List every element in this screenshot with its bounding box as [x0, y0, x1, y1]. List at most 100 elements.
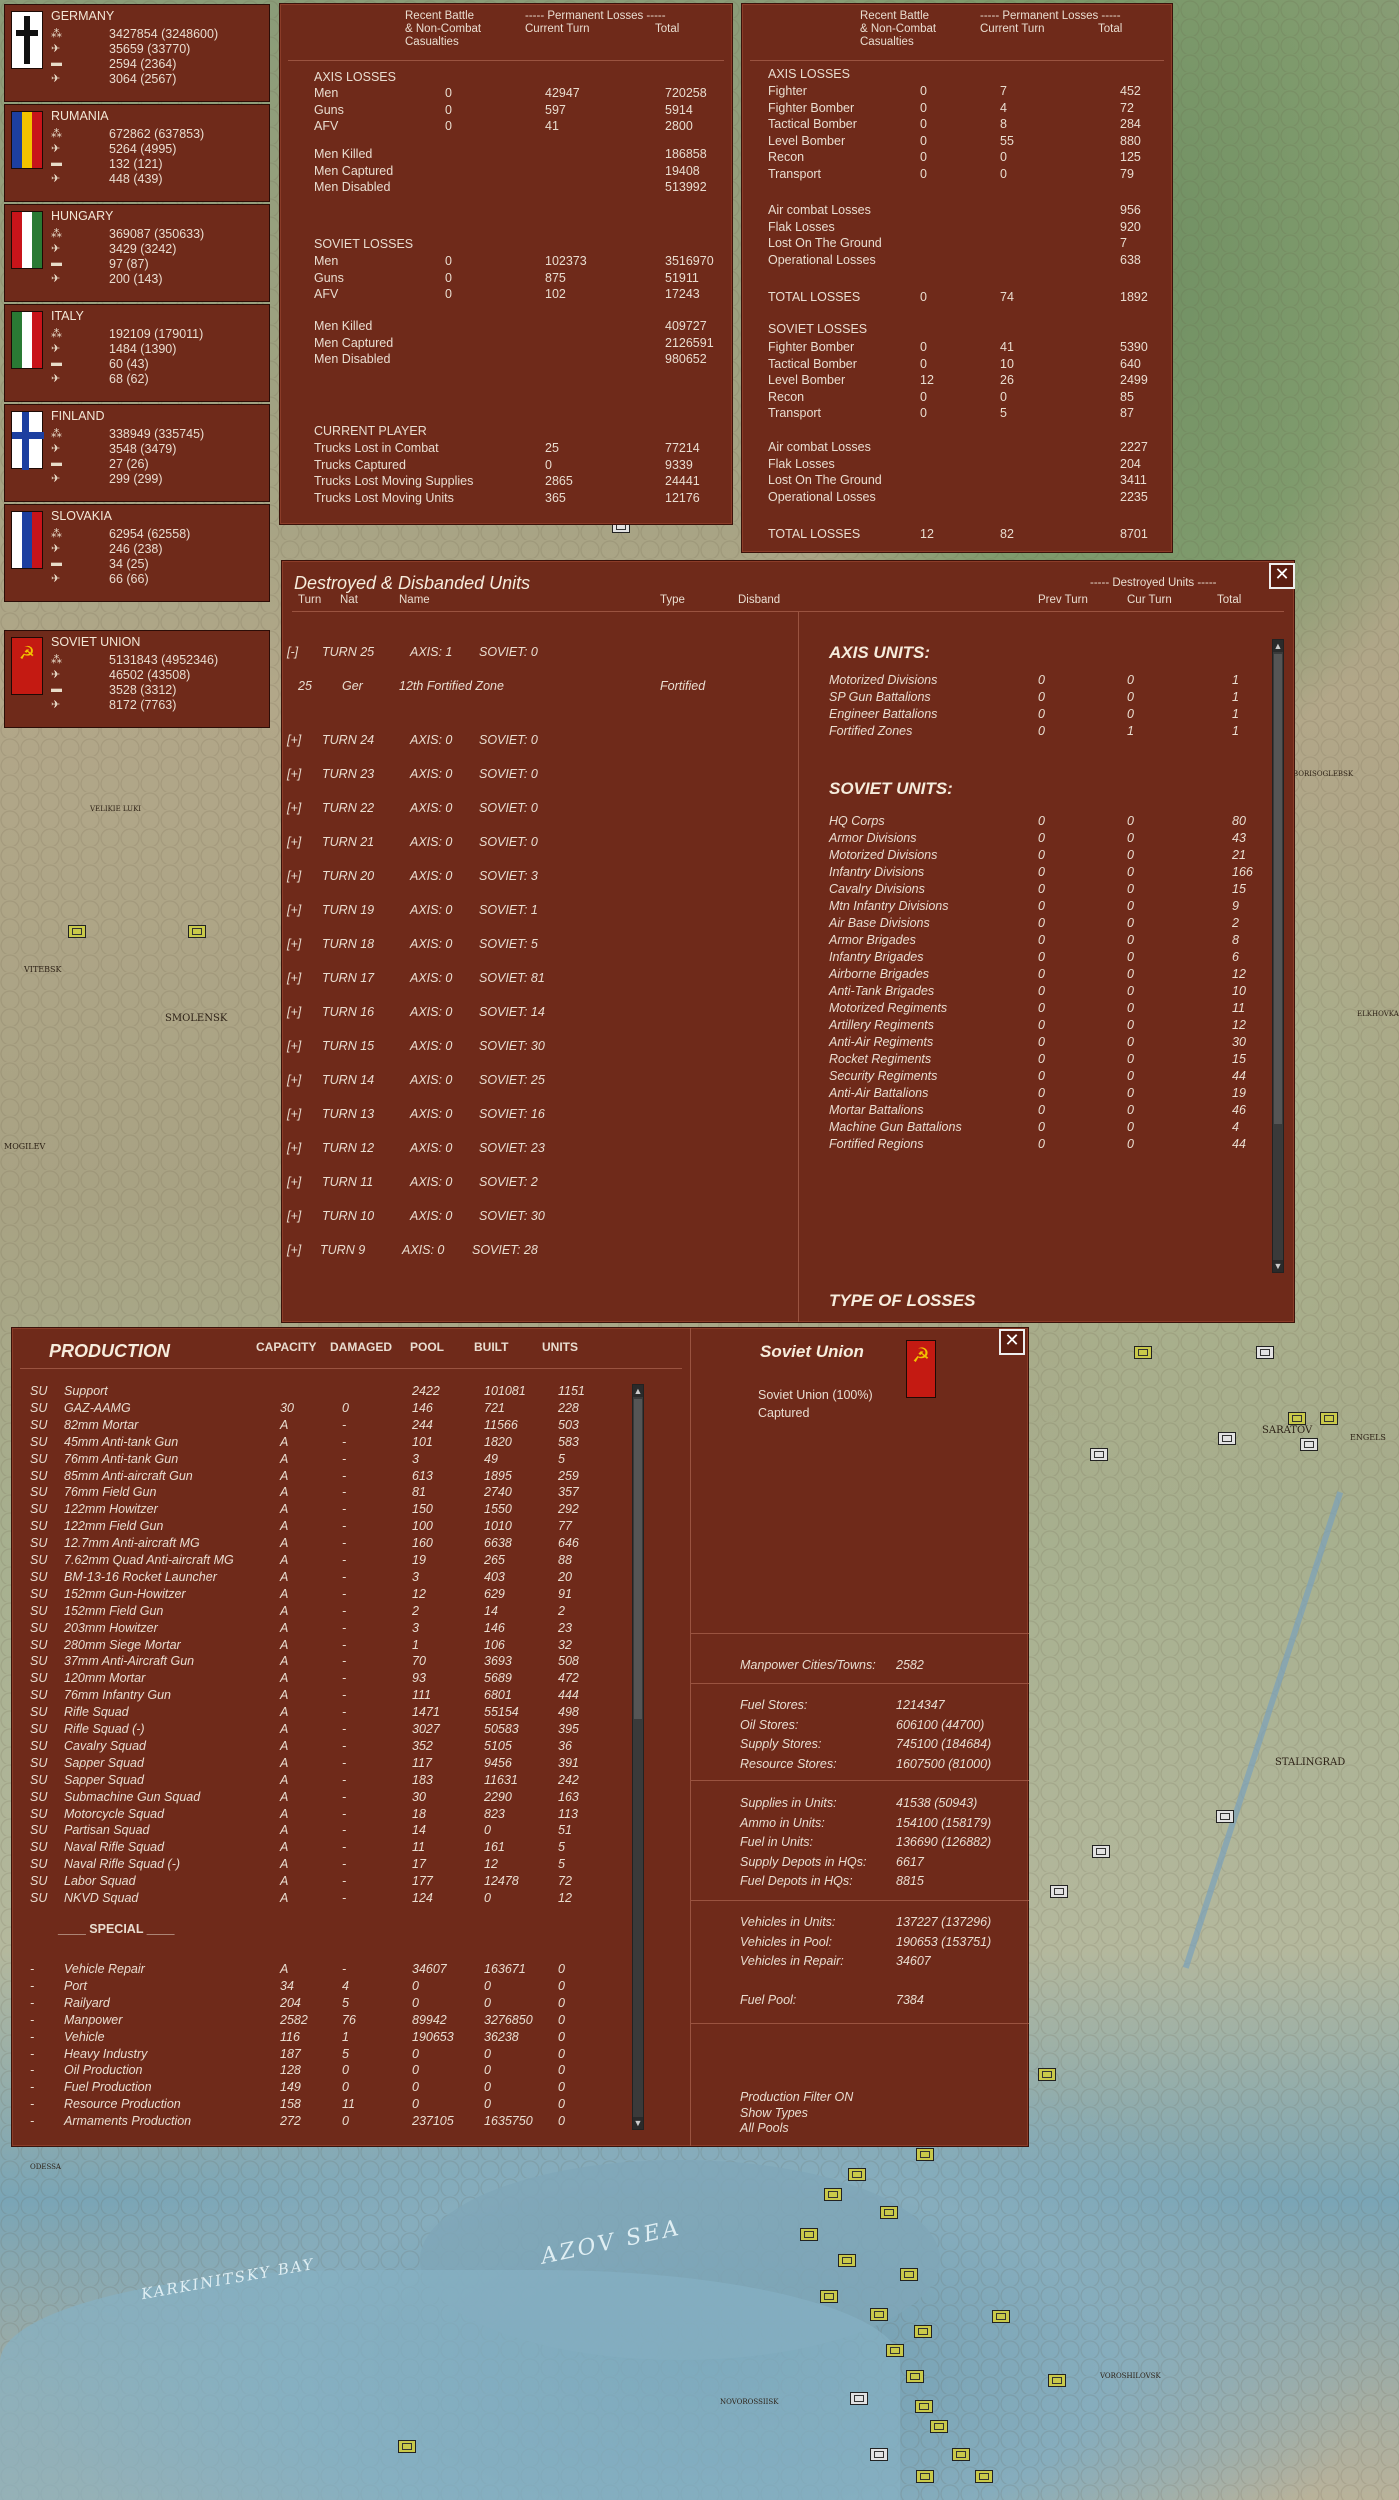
nation-panel-rumania[interactable]: RUMANIA ⁂ 672862 (637853) ✈ 5264 (4995) ▬ 132 … [4, 104, 270, 202]
production-close-icon[interactable]: ✕ [999, 1329, 1025, 1355]
production-cell: 2290 [484, 1789, 512, 1804]
production-cell: - [342, 1654, 347, 1669]
destroyed-scrollbar[interactable]: ▲ ▼ [1272, 639, 1284, 1273]
production-row[interactable]: SU 120mm Mortar A - 93 5689 472 [12, 1671, 624, 1687]
soviet-unit-cell: Mtn Infantry Divisions [829, 899, 949, 913]
turn-row-11[interactable]: [+] TURN 11 AXIS: 0 SOVIET: 2 [287, 1175, 787, 1191]
expand-toggle[interactable]: [+] [287, 1175, 301, 1189]
turn-row-25[interactable]: [-] TURN 25 AXIS: 1 SOVIET: 0 [287, 645, 787, 661]
production-row[interactable]: SU Submachine Gun Squad A - 30 2290 163 [12, 1790, 624, 1806]
soviet-unit-cell: 0 [1127, 1035, 1134, 1049]
special-row[interactable]: - Port 34 4 0 0 0 [12, 1979, 624, 1995]
production-row[interactable]: SU 122mm Field Gun A - 100 1010 77 [12, 1519, 624, 1535]
production-row[interactable]: SU 76mm Anti-tank Gun A - 3 49 5 [12, 1452, 624, 1468]
special-row[interactable]: - Heavy Industry 187 5 0 0 0 [12, 2047, 624, 2063]
destroyed-close-icon[interactable]: ✕ [1269, 563, 1295, 589]
side-footer-item[interactable]: All Pools [740, 2121, 789, 2135]
production-row[interactable]: SU 203mm Howitzer A - 3 146 23 [12, 1621, 624, 1637]
axis-unit-cell: 1 [1232, 690, 1239, 704]
production-row[interactable]: SU Naval Rifle Squad A - 11 161 5 [12, 1840, 624, 1856]
production-cell: A [280, 1485, 289, 1500]
side-divider [691, 1780, 1029, 1781]
production-row[interactable]: SU Cavalry Squad A - 352 5105 36 [12, 1739, 624, 1755]
production-row[interactable]: SU NKVD Squad A - 124 0 12 [12, 1891, 624, 1907]
production-row[interactable]: SU Rifle Squad A - 1471 55154 498 [12, 1705, 624, 1721]
production-row[interactable]: SU 76mm Field Gun A - 81 2740 357 [12, 1485, 624, 1501]
production-cell: 146 [412, 1400, 433, 1415]
axis-loss-row: Men 0 42947 720258 [280, 86, 732, 102]
expand-toggle[interactable]: [+] [287, 1243, 301, 1257]
production-row[interactable]: SU 45mm Anti-tank Gun A - 101 1820 583 [12, 1435, 624, 1451]
special-row[interactable]: - Vehicle Repair A - 34607 163671 0 [12, 1962, 624, 1978]
column-header: Disband [738, 594, 781, 606]
nation-flag-icon [11, 511, 43, 569]
tank-icon: ▬ [51, 557, 62, 569]
nation-panel-germany[interactable]: GERMANY ⁂ 3427854 (3248600) ✈ 35659 (33770) ▬… [4, 4, 270, 102]
production-cell: SU [30, 1417, 48, 1432]
nation-panel-finland[interactable]: FINLAND ⁂ 338949 (335745) ✈ 3548 (3479) ▬ 27 (… [4, 404, 270, 502]
scroll-thumb[interactable] [634, 1399, 642, 1719]
turn-row-9[interactable]: [+] TURN 9 AXIS: 0 SOVIET: 28 [287, 1243, 787, 1259]
special-cell: - [30, 2012, 35, 2027]
production-row[interactable]: SU 152mm Gun-Howitzer A - 12 629 91 [12, 1587, 624, 1603]
expand-toggle[interactable]: [+] [287, 1209, 301, 1223]
soviet-air-row-cell: 41 [1000, 340, 1014, 354]
production-cell: GAZ-AAMG [64, 1400, 131, 1415]
special-row[interactable]: - Oil Production 128 0 0 0 0 [12, 2063, 624, 2079]
special-row[interactable]: - Armaments Production 272 0 237105 1635750 0 [12, 2114, 624, 2130]
special-row[interactable]: - Manpower 2582 76 89942 3276850 0 [12, 2013, 624, 2029]
production-row[interactable]: SU 76mm Infantry Gun A - 111 6801 444 [12, 1688, 624, 1704]
production-row[interactable]: SU 85mm Anti-aircraft Gun A - 613 1895 259 [12, 1469, 624, 1485]
production-scrollbar[interactable]: ▲ ▼ [632, 1384, 644, 2130]
production-row[interactable]: SU 280mm Siege Mortar A - 1 106 32 [12, 1638, 624, 1654]
unit-symbol-icon [920, 2473, 930, 2480]
production-row[interactable]: SU Support 2422 101081 1151 [12, 1384, 624, 1400]
nation-panel-italy[interactable]: ITALY ⁂ 192109 (179011) ✈ 1484 (1390) ▬ 60 (43… [4, 304, 270, 402]
production-row[interactable]: SU 122mm Howitzer A - 150 1550 292 [12, 1502, 624, 1518]
special-cell: 36238 [484, 2029, 519, 2044]
nation-panel-hungary[interactable]: HUNGARY ⁂ 369087 (350633) ✈ 3429 (3242) ▬ 97 (… [4, 204, 270, 302]
turn-row-23[interactable]: [+] TURN 23 AXIS: 0 SOVIET: 0 [287, 767, 787, 783]
production-row[interactable]: SU BM-13-16 Rocket Launcher A - 3 403 20 [12, 1570, 624, 1586]
expand-toggle[interactable]: [+] [287, 801, 301, 815]
special-cell: 5 [342, 2046, 349, 2061]
scroll-down-arrow-icon[interactable]: ▼ [1273, 1260, 1283, 1272]
side-footer-item[interactable]: Production Filter ON [740, 2090, 853, 2104]
production-row[interactable]: SU Partisan Squad A - 14 0 51 [12, 1823, 624, 1839]
production-row[interactable]: SU 152mm Field Gun A - 2 14 2 [12, 1604, 624, 1620]
production-row[interactable]: SU Rifle Squad (-) A - 3027 50583 395 [12, 1722, 624, 1738]
turn-row-10[interactable]: [+] TURN 10 AXIS: 0 SOVIET: 30 [287, 1209, 787, 1225]
special-row[interactable]: - Resource Production 158 11 0 0 0 [12, 2097, 624, 2113]
production-row[interactable]: SU Labor Squad A - 177 12478 72 [12, 1874, 624, 1890]
scroll-up-arrow-icon[interactable]: ▲ [633, 1385, 643, 1397]
production-row[interactable]: SU Sapper Squad A - 117 9456 391 [12, 1756, 624, 1772]
axis-air-detail-row: Operational Losses 638 [742, 253, 1172, 269]
production-row[interactable]: SU 7.62mm Quad Anti-aircraft MG A - 19 265 88 [12, 1553, 624, 1569]
nation-panel-slovakia[interactable]: SLOVAKIA ⁂ 62954 (62558) ✈ 246 (238) ▬ 34 (25)… [4, 504, 270, 602]
special-row[interactable]: - Railyard 204 5 0 0 0 [12, 1996, 624, 2012]
special-row[interactable]: - Vehicle 116 1 190653 36238 0 [12, 2030, 624, 2046]
production-row[interactable]: SU 37mm Anti-Aircraft Gun A - 70 3693 508 [12, 1654, 624, 1670]
scroll-down-arrow-icon[interactable]: ▼ [633, 2117, 643, 2129]
production-panel: PRODUCTION CAPACITY DAMAGED POOL BUILT UNITS… [11, 1327, 1029, 2147]
special-row[interactable]: - Fuel Production 149 0 0 0 0 [12, 2080, 624, 2096]
scroll-thumb[interactable] [1274, 654, 1282, 1124]
soviet-unit-cell: 15 [1232, 1052, 1246, 1066]
expand-toggle[interactable]: [+] [287, 767, 301, 781]
production-row[interactable]: SU Naval Rifle Squad (-) A - 17 12 5 [12, 1857, 624, 1873]
production-row[interactable]: SU Sapper Squad A - 183 11631 242 [12, 1773, 624, 1789]
scroll-up-arrow-icon[interactable]: ▲ [1273, 640, 1283, 652]
production-row[interactable]: SU GAZ-AAMG 30 0 146 721 228 [12, 1401, 624, 1417]
production-row[interactable]: SU 82mm Mortar A - 244 11566 503 [12, 1418, 624, 1434]
expand-toggle[interactable]: [-] [287, 645, 298, 659]
soviet-loss-row-cell: 102373 [545, 254, 587, 268]
side-stat-label: Vehicles in Pool: [740, 1934, 832, 1949]
nation-panel-soviet-union[interactable]: ☭ SOVIET UNION ⁂ 5131843 (4952346) ✈ 46502 (4… [4, 630, 270, 728]
soviet-unit-cell: Motorized Divisions [829, 848, 938, 862]
production-row[interactable]: SU 12.7mm Anti-aircraft MG A - 160 6638 646 [12, 1536, 624, 1552]
production-row[interactable]: SU Motorcycle Squad A - 18 823 113 [12, 1807, 624, 1823]
axis-loss-row-cell: 2800 [665, 119, 693, 133]
soviet-loss-row: Guns 0 875 51911 [280, 271, 732, 287]
production-cell: 613 [412, 1468, 433, 1483]
side-footer-item[interactable]: Show Types [740, 2106, 808, 2120]
